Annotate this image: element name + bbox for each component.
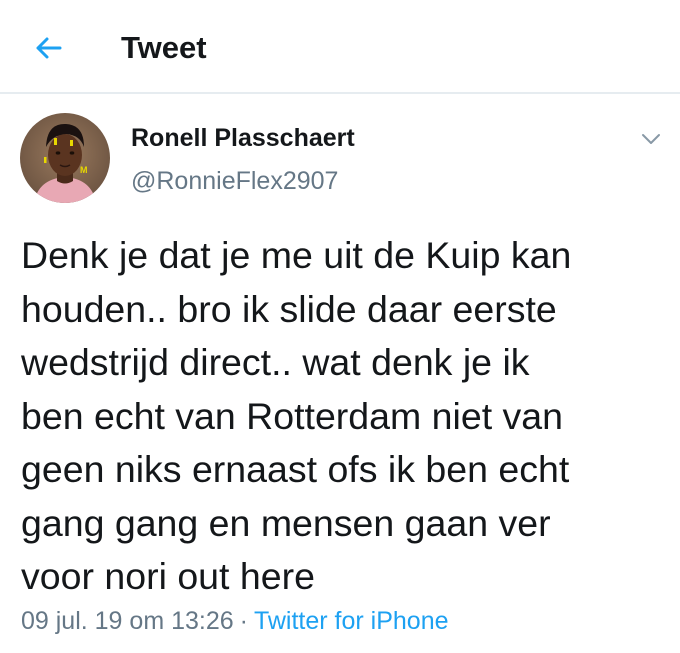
tweet-timestamp: 09 jul. 19 om 13:26 (21, 607, 234, 635)
author-display-name[interactable]: Ronell Plasschaert (131, 122, 355, 154)
top-bar: Tweet (0, 0, 680, 94)
author-handle: @RonnieFlex2907 (131, 167, 339, 195)
tweet-text: Denk je dat je me uit de Kuip kan houden… (21, 234, 572, 597)
tweet-options-button[interactable] (636, 126, 666, 152)
page-title: Tweet (121, 30, 207, 65)
tweet-source-link[interactable]: Twitter for iPhone (254, 607, 449, 635)
svg-text:M: M (80, 165, 88, 175)
arrow-left-icon (36, 37, 62, 59)
meta-separator: · (239, 607, 248, 635)
user-avatar-photo: M (20, 113, 110, 203)
chevron-down-icon (642, 134, 660, 144)
avatar[interactable]: M (20, 113, 110, 203)
tweet-meta: 09 jul. 19 om 13:26 · Twitter for iPhone (21, 605, 449, 637)
back-button[interactable] (26, 28, 70, 68)
